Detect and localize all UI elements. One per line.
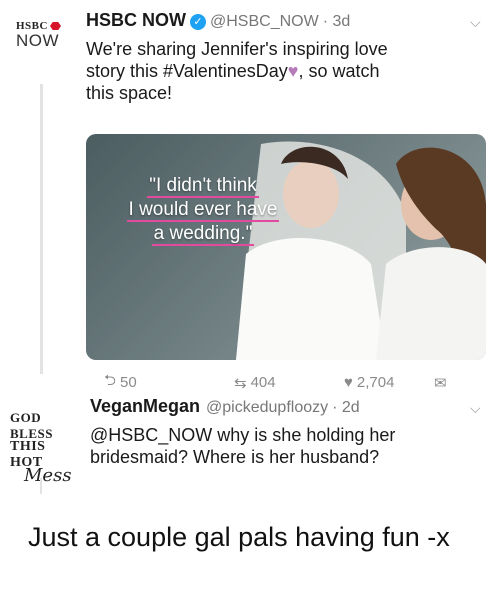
retweet-icon: ⇆ [234, 374, 247, 392]
meme-caption: Just a couple gal pals having fun -x [28, 522, 450, 552]
tweet1-handle[interactable]: @HSBC_NOW [210, 13, 319, 30]
direct-message-button[interactable]: ✉ [434, 374, 447, 392]
chevron-down-icon[interactable]: ⌵ [470, 14, 481, 31]
hsbc-now-avatar[interactable]: HSBC NOW [16, 20, 68, 72]
tweet2-line2: bridesmaid? Where is her husband? [90, 447, 380, 467]
quote-line1: "I didn't think [147, 175, 259, 198]
hashtag-link[interactable]: #ValentinesDay [163, 61, 288, 81]
hsbc-hexagon-icon [49, 22, 61, 30]
tweet2-time: · 2d [332, 399, 360, 416]
retweet-count: 404 [250, 374, 276, 391]
wedding-photo-illustration [86, 134, 486, 360]
envelope-icon: ✉ [434, 374, 447, 392]
tweet2-line1: @HSBC_NOW why is she holding her [90, 425, 396, 445]
tweet1-actions: ⮌ 50 ⇆ 404 ♥ 2,704 ✉ [104, 370, 447, 395]
tweet1-video[interactable]: "I didn't think I would ever have a wedd… [86, 134, 486, 360]
reply-icon: ⮌ [104, 372, 117, 389]
like-count: 2,704 [356, 374, 395, 391]
quote-line3: a wedding." [151, 223, 255, 246]
tweet1-line3: this space! [86, 83, 173, 103]
tweet1-time: · 3d [322, 13, 351, 30]
purple-heart-icon: ♥ [287, 61, 299, 81]
chevron-down-icon-2[interactable]: ⌵ [470, 400, 481, 417]
tweet2-header: VeganMegan @pickedupfloozy · 2d [90, 396, 360, 417]
tweet2-text: @HSBC_NOW why is she holding her bridesm… [90, 424, 490, 468]
tweet1-header: HSBC NOW ✓ @HSBC_NOW · 3d [86, 10, 350, 31]
avatar-now-text: NOW [16, 31, 60, 50]
heart-icon: ♥ [344, 374, 353, 391]
tweet1-author-name[interactable]: HSBC NOW [86, 10, 186, 30]
reply-button[interactable]: ⮌ 50 [104, 370, 234, 395]
media-quote: "I didn't think I would ever have a wedd… [108, 174, 298, 246]
verified-badge-icon: ✓ [190, 14, 206, 30]
tweet1-line2: story this #ValentinesDay♥, so watch [86, 61, 380, 81]
mention-link[interactable]: @HSBC_NOW [90, 425, 212, 445]
tweet1-line1: We're sharing Jennifer's inspiring love [86, 39, 388, 59]
tweet2-handle[interactable]: @pickedupfloozy [206, 399, 328, 416]
thread-line-2 [40, 478, 42, 494]
quote-line2: I would ever have [126, 199, 280, 222]
avatar-god-bless: GOD BLESS [10, 410, 53, 441]
like-button[interactable]: ♥ 2,704 [344, 374, 434, 391]
retweet-button[interactable]: ⇆ 404 [234, 374, 344, 392]
tweet1-text: We're sharing Jennifer's inspiring love … [86, 38, 486, 104]
reply-count: 50 [120, 374, 137, 391]
thread-line [40, 84, 43, 374]
veganmegan-avatar[interactable]: GOD BLESS THIS HOT Mess [10, 410, 80, 486]
avatar-mess: Mess [24, 465, 72, 486]
tweet2-author-name[interactable]: VeganMegan [90, 396, 200, 416]
